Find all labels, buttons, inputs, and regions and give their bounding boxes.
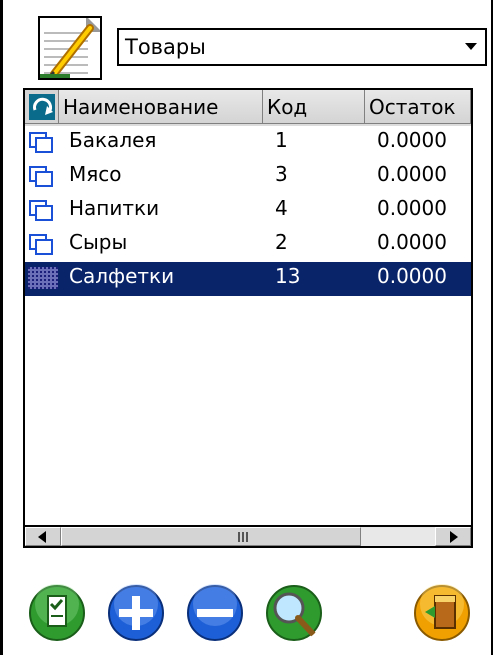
checklist-icon[interactable] [28, 584, 86, 642]
row-rest: 0.0000 [377, 230, 447, 254]
table-header: Наименование Код Остаток [25, 90, 471, 126]
table-row[interactable]: Сыры 2 0.0000 [25, 228, 471, 262]
grip-icon [238, 532, 248, 542]
row-rest: 0.0000 [377, 128, 447, 152]
row-name: Бакалея [69, 128, 157, 152]
column-name-header[interactable]: Наименование [59, 90, 263, 124]
refresh-icon [29, 94, 55, 120]
folder-icon [29, 234, 53, 255]
row-code: 4 [275, 196, 288, 220]
row-rest: 0.0000 [377, 196, 447, 220]
pencil-icon [40, 24, 94, 78]
row-code: 3 [275, 162, 288, 186]
row-rest: 0.0000 [377, 162, 447, 186]
row-code: 2 [275, 230, 288, 254]
products-table: Наименование Код Остаток Бакалея 1 0.000… [23, 88, 473, 548]
header: Товары [3, 0, 491, 88]
add-icon[interactable] [107, 584, 165, 642]
exit-icon[interactable] [413, 584, 471, 642]
scroll-right-button[interactable] [435, 527, 471, 546]
category-select[interactable]: Товары [117, 28, 487, 66]
frame-left-border [0, 0, 3, 655]
search-icon[interactable] [265, 584, 323, 642]
folder-icon [29, 166, 53, 187]
scroll-thumb[interactable] [61, 527, 361, 546]
arrow-left-icon [38, 531, 46, 543]
row-code: 1 [275, 128, 288, 152]
remove-icon[interactable] [186, 584, 244, 642]
folder-icon [29, 132, 53, 153]
folder-icon [29, 200, 53, 221]
refresh-button[interactable] [25, 90, 59, 124]
column-rest-header[interactable]: Остаток [365, 90, 471, 124]
table-row[interactable]: Бакалея 1 0.0000 [25, 126, 471, 160]
arrow-right-icon [450, 531, 458, 543]
column-code-header[interactable]: Код [263, 90, 365, 124]
scroll-left-button[interactable] [25, 527, 61, 546]
table-row[interactable]: Мясо 3 0.0000 [25, 160, 471, 194]
bottom-toolbar [3, 566, 491, 655]
row-name: Мясо [69, 162, 122, 186]
row-code: 13 [275, 264, 301, 288]
horizontal-scrollbar[interactable] [23, 525, 473, 548]
row-name: Напитки [69, 196, 160, 220]
row-rest: 0.0000 [377, 264, 447, 288]
chevron-down-icon[interactable] [465, 43, 477, 50]
report-icon[interactable] [38, 16, 102, 80]
table-row[interactable]: Напитки 4 0.0000 [25, 194, 471, 228]
table-row-selected[interactable]: Салфетки 13 0.0000 [25, 262, 471, 296]
category-select-value: Товары [125, 35, 206, 59]
row-name: Салфетки [69, 264, 175, 288]
row-name: Сыры [69, 230, 128, 254]
item-icon [28, 267, 58, 289]
